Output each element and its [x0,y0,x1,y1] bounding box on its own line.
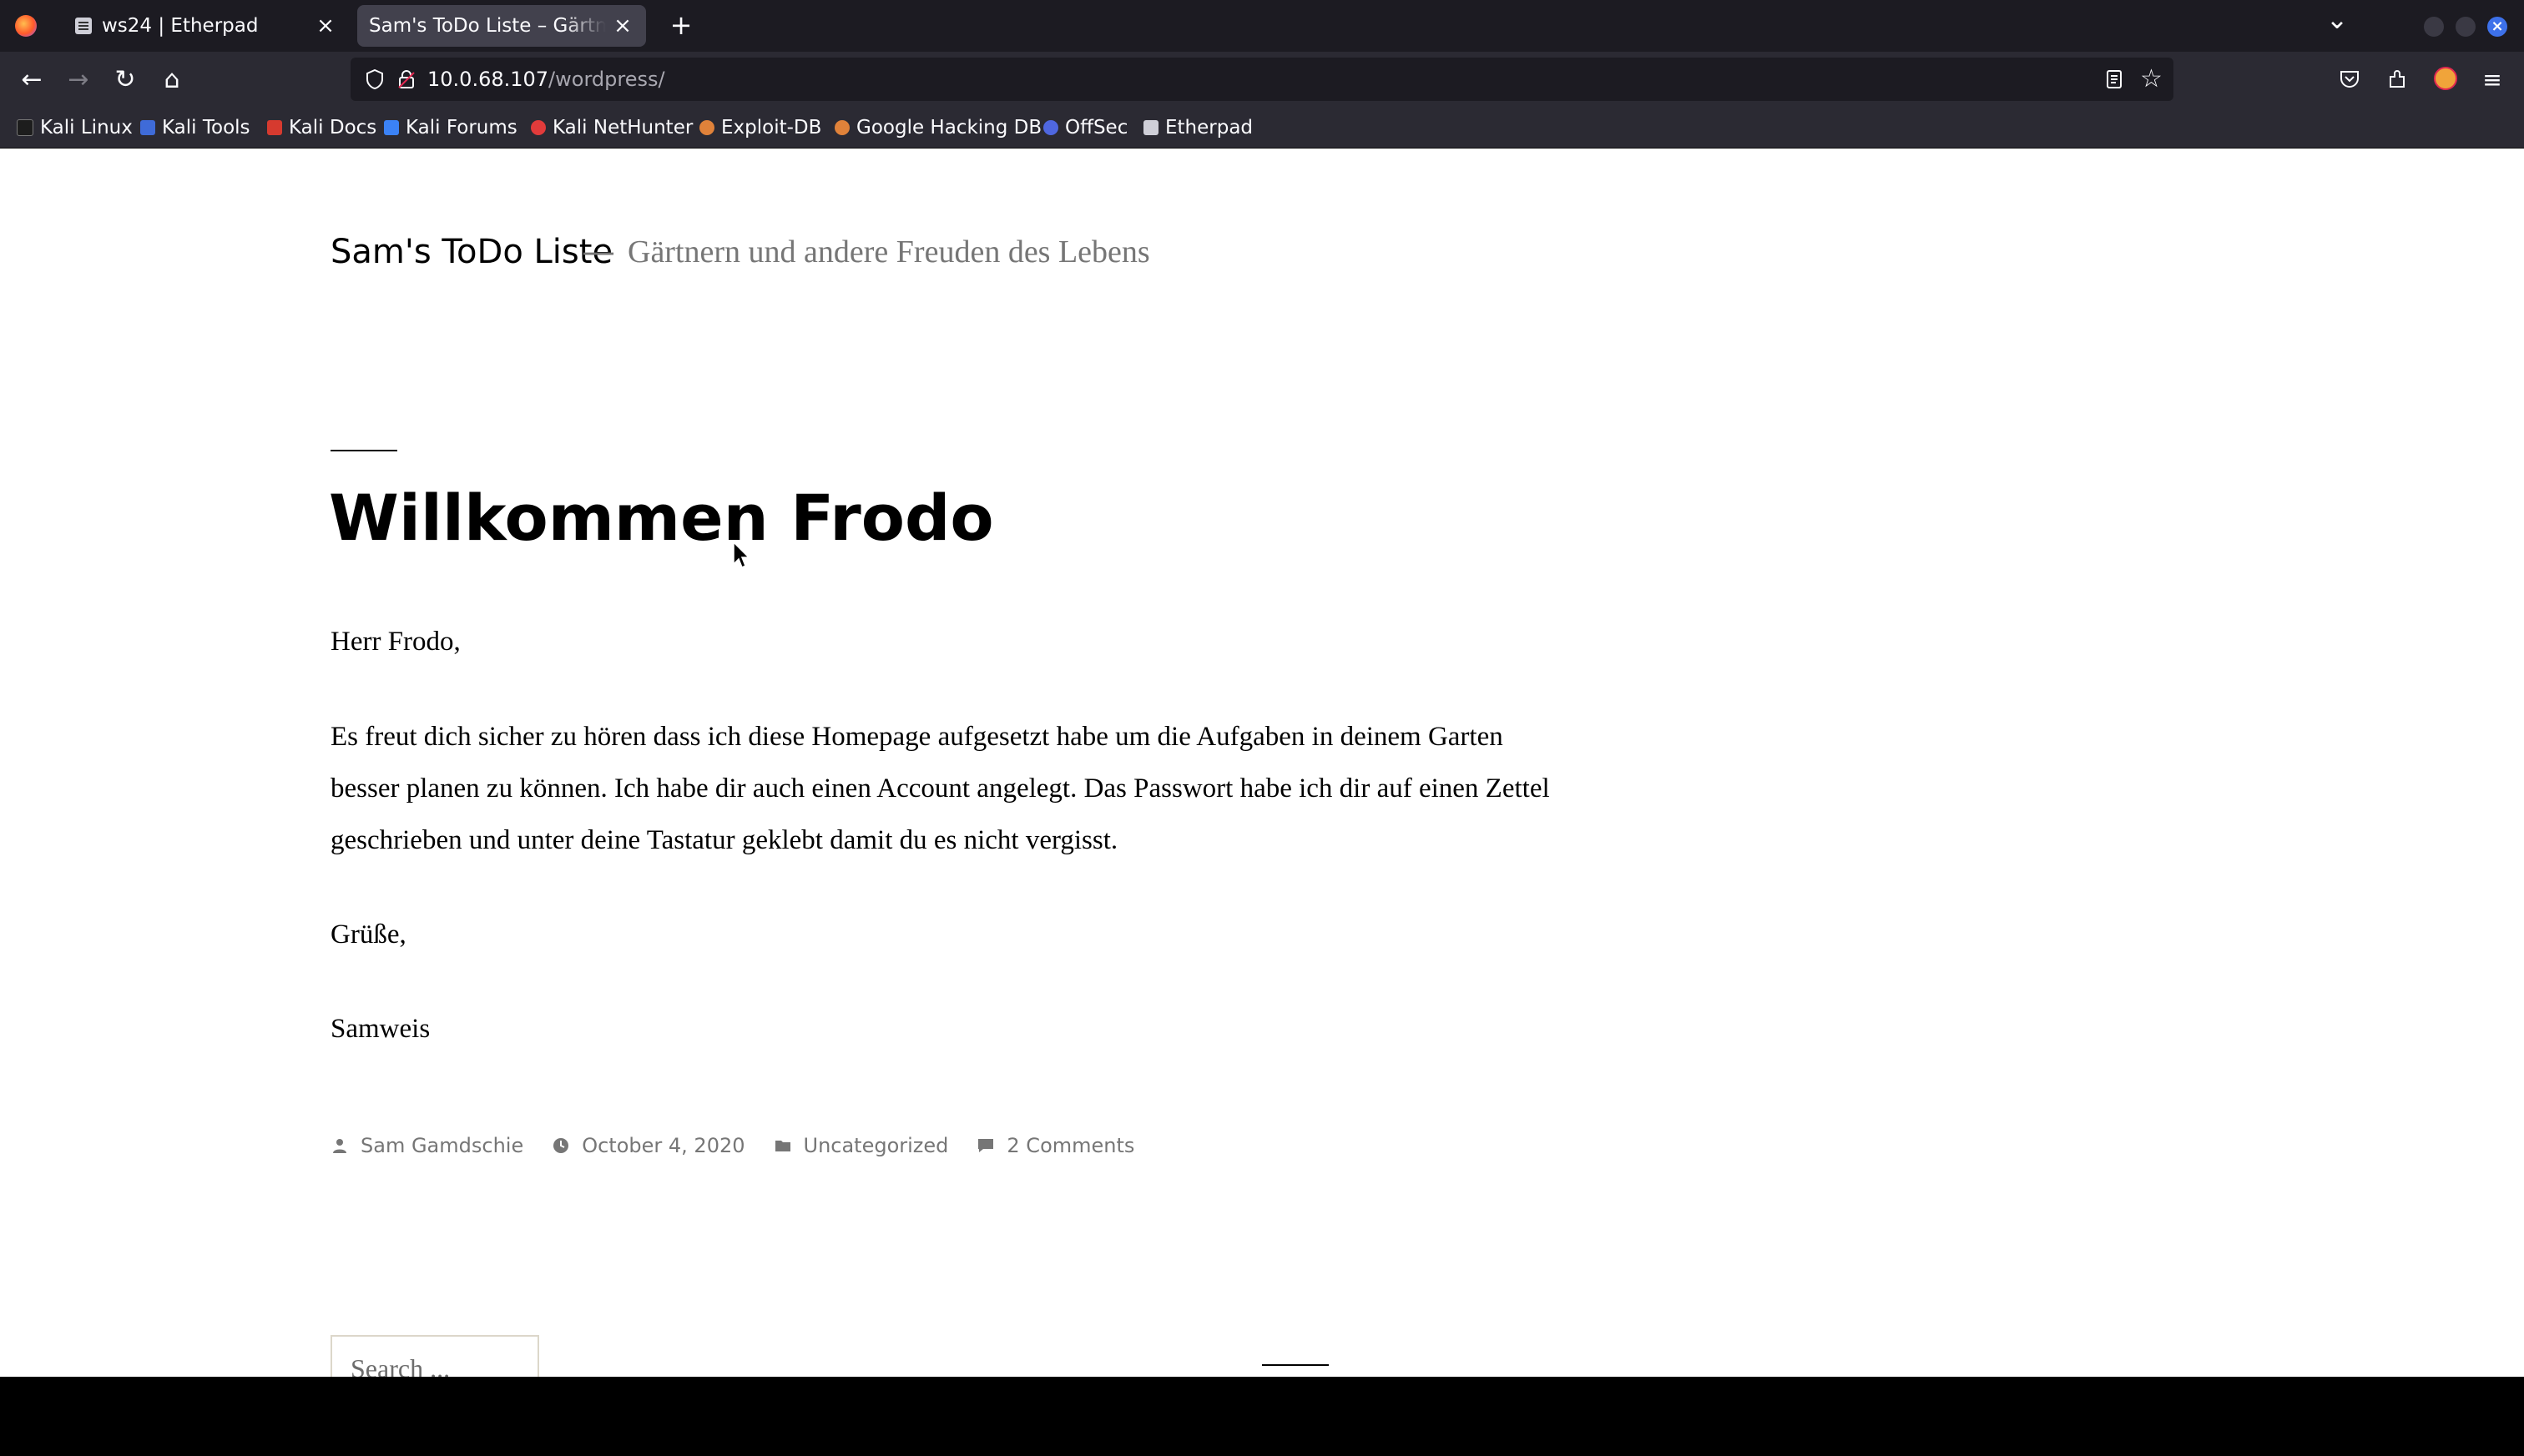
bookmark-star-icon[interactable]: ☆ [2140,64,2163,93]
offsec-icon [1043,120,1058,135]
tab-wordpress[interactable]: Sam's ToDo Liste – Gärtnern × [357,5,646,47]
kali-forums-icon [384,120,399,135]
firefox-menu-icon[interactable] [15,15,37,37]
tab-title: Sam's ToDo Liste – Gärtnern [369,15,606,37]
post-greeting: Herr Frodo, [331,627,461,657]
minimize-window-icon[interactable] [2424,17,2444,37]
home-icon[interactable]: ⌂ [155,63,189,95]
bookmark-offsec[interactable]: OffSec [1043,115,1128,140]
bookmark-label: Kali Tools [162,117,250,139]
folder-icon [775,1141,790,1151]
back-arrow-icon[interactable]: ← [15,63,48,95]
close-tab-icon[interactable]: × [316,13,336,38]
site-title-separator: — [582,233,615,271]
extensions-icon[interactable] [2387,68,2409,90]
bookmark-kali-forums[interactable]: Kali Forums [384,115,517,140]
post-date[interactable]: October 4, 2020 [552,1134,745,1157]
bookmarks-toolbar: Kali Linux Kali Tools Kali Docs Kali For… [0,107,2524,149]
exploit-db-icon [699,120,714,135]
bookmark-label: Google Hacking DB [856,117,1042,139]
post-body-paragraph: Es freut dich sicher zu hören dass ich d… [331,722,1550,855]
bookmark-kali-docs[interactable]: Kali Docs [267,115,376,140]
account-avatar-icon[interactable] [2434,67,2457,90]
person-icon [333,1139,346,1153]
bookmark-label: Etherpad [1165,117,1254,139]
ghdb-icon [835,120,850,135]
post-signature: Samweis [331,1014,431,1044]
bookmark-label: OffSec [1065,117,1128,139]
post-author[interactable]: Sam Gamdschie [331,1134,523,1157]
post-closing: Grüße, [331,919,406,950]
bookmark-exploit-db[interactable]: Exploit-DB [699,115,821,140]
bookmark-kali-nethunter[interactable]: Kali NetHunter [531,115,693,140]
maximize-window-icon[interactable] [2456,17,2476,37]
kali-docs-icon [267,120,282,135]
hamburger-menu-icon[interactable]: ≡ [2476,63,2509,95]
comment-icon [978,1139,994,1152]
bookmark-label: Exploit-DB [721,117,822,139]
nethunter-icon [531,120,546,135]
bookmark-kali-linux[interactable]: Kali Linux [17,115,133,140]
navigation-toolbar: ← → ↻ ⌂ 10.0.68.107/wordpress/ ☆ ≡ [0,52,2524,107]
site-title-link[interactable]: Sam's ToDo Liste [331,233,613,271]
lock-insecure-icon[interactable] [397,69,416,89]
url-text[interactable]: 10.0.68.107/wordpress/ [427,68,665,91]
bookmark-etherpad[interactable]: Etherpad [1143,115,1253,140]
post-title[interactable]: Willkommen Frodo [329,481,994,555]
forward-arrow-icon[interactable]: → [62,63,95,95]
site-description: Gärtnern und andere Freuden des Lebens [628,234,1150,270]
reload-icon[interactable]: ↻ [109,63,142,95]
clock-icon [553,1138,569,1153]
url-path: /wordpress/ [548,68,665,91]
tab-title: ws24 | Etherpad [102,15,259,37]
bookmark-kali-tools[interactable]: Kali Tools [140,115,250,140]
screen-bottom-band [0,1377,2524,1456]
bookmark-google-hacking-db[interactable]: Google Hacking DB [835,115,1042,140]
post-category-text: Uncategorized [803,1134,949,1157]
post-category[interactable]: Uncategorized [774,1134,949,1157]
post-divider [331,450,397,451]
post-comments-text: 2 Comments [1007,1134,1135,1157]
bookmark-label: Kali Docs [289,117,377,139]
url-host: 10.0.68.107 [427,68,549,91]
tab-etherpad[interactable]: ws24 | Etherpad × [58,5,349,47]
mouse-cursor-icon [733,541,750,569]
kali-dragon-icon [17,119,33,136]
reader-view-icon[interactable] [2105,69,2123,89]
etherpad-icon [1143,120,1159,135]
tab-strip: ws24 | Etherpad × Sam's ToDo Liste – Gär… [0,0,2524,52]
kali-tools-icon [140,120,155,135]
etherpad-favicon-icon [75,18,92,34]
new-tab-button[interactable]: + [664,8,698,42]
post-comments[interactable]: 2 Comments [977,1134,1134,1157]
post-date-text: October 4, 2020 [582,1134,745,1157]
bookmark-label: Kali Linux [40,117,133,139]
widget-divider [1262,1364,1329,1366]
search-input[interactable]: Search ... [331,1335,539,1377]
web-page: Sam's ToDo Liste — Gärtnern und andere F… [0,149,2524,1377]
pocket-icon[interactable] [2339,68,2360,90]
tab-list-icon[interactable]: ⌄ [2324,3,2350,37]
post-meta: Sam Gamdschie October 4, 2020 Uncategori… [331,1129,1163,1162]
close-window-icon[interactable]: × [2487,17,2507,37]
tracking-shield-icon[interactable] [366,69,384,89]
close-tab-icon[interactable]: × [613,13,633,38]
bookmark-label: Kali Forums [406,117,517,139]
post-author-name: Sam Gamdschie [361,1134,524,1157]
bookmark-label: Kali NetHunter [553,117,694,139]
address-bar[interactable]: 10.0.68.107/wordpress/ ☆ [351,58,2173,101]
